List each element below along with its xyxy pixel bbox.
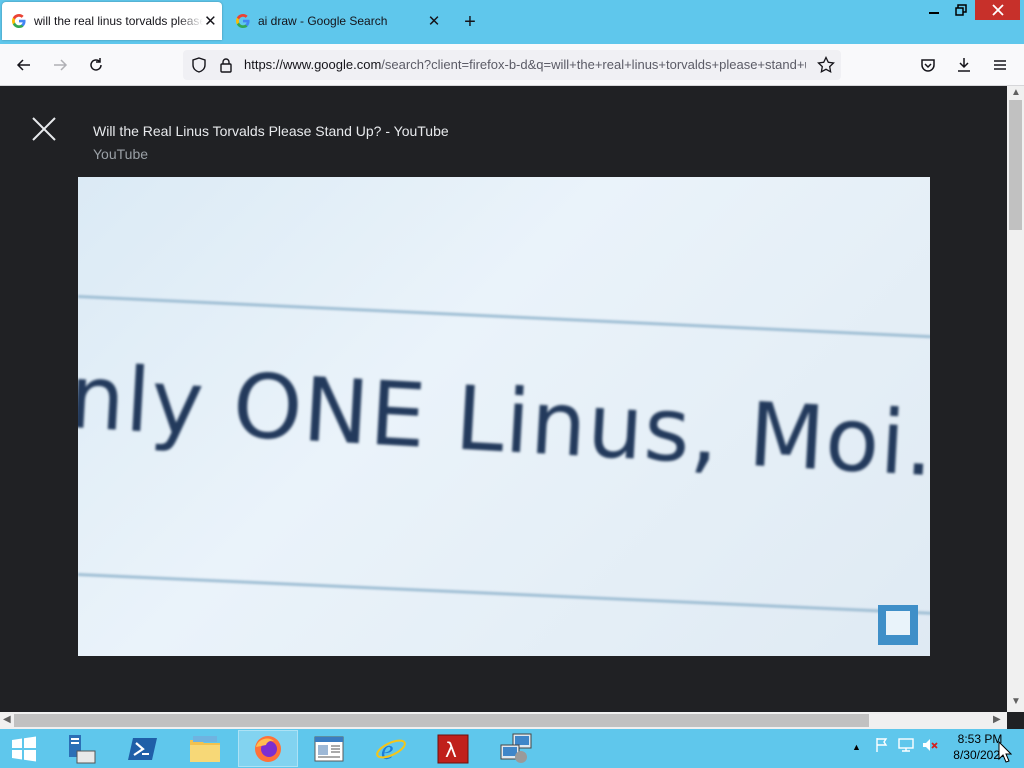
show-hidden-icons-icon[interactable]: ▲ bbox=[852, 742, 861, 752]
volume-muted-icon[interactable] bbox=[921, 737, 939, 753]
url-path: /search?client=firefox-b-d&q=will+the+re… bbox=[381, 57, 806, 72]
viewer-source[interactable]: YouTube bbox=[93, 146, 148, 162]
url-domain: https://www.google.com bbox=[244, 57, 382, 72]
restore-icon[interactable] bbox=[948, 0, 974, 20]
scroll-up-icon[interactable]: ▲ bbox=[1011, 87, 1021, 98]
powershell-icon[interactable] bbox=[113, 730, 173, 767]
download-icon[interactable] bbox=[951, 52, 977, 78]
frame-line bbox=[78, 573, 930, 616]
lambda-app-icon[interactable]: λ bbox=[423, 730, 483, 767]
address-bar[interactable]: https://www.google.com/search?client=fir… bbox=[183, 50, 841, 80]
minimize-icon[interactable] bbox=[921, 0, 947, 20]
file-explorer-icon[interactable] bbox=[175, 730, 235, 767]
back-arrow-icon[interactable] bbox=[11, 52, 37, 78]
tab-title: will the real linus torvalds please stan… bbox=[34, 14, 203, 28]
taskbar: e λ ▲ bbox=[0, 729, 1024, 768]
horizontal-scrollbar[interactable]: ◀ ▶ bbox=[0, 712, 1007, 729]
scroll-right-icon[interactable]: ▶ bbox=[993, 714, 1001, 725]
network-app-icon[interactable] bbox=[486, 730, 546, 767]
url-text[interactable]: https://www.google.com/search?client=fir… bbox=[244, 57, 806, 72]
pocket-icon[interactable] bbox=[915, 52, 941, 78]
video-badge-icon bbox=[878, 605, 918, 645]
frame-line bbox=[78, 295, 930, 339]
frame-caption-text: nly ONE Linus, Moi. bbox=[78, 345, 930, 497]
vertical-scroll-thumb[interactable] bbox=[1009, 100, 1022, 230]
tab-title: ai draw - Google Search bbox=[258, 14, 388, 28]
video-preview-image[interactable]: nly ONE Linus, Moi. bbox=[78, 177, 930, 656]
tab-strip: will the real linus torvalds please stan… bbox=[0, 0, 1024, 44]
windows-logo-icon bbox=[12, 736, 36, 761]
action-center-flag-icon[interactable] bbox=[874, 737, 890, 753]
notepad-app-icon[interactable] bbox=[299, 730, 359, 767]
hamburger-menu-icon[interactable] bbox=[987, 52, 1013, 78]
google-favicon-icon bbox=[12, 14, 26, 28]
horizontal-scroll-thumb[interactable] bbox=[14, 714, 869, 727]
scroll-left-icon[interactable]: ◀ bbox=[3, 714, 11, 725]
network-icon[interactable] bbox=[897, 737, 915, 753]
scroll-down-icon[interactable]: ▼ bbox=[1011, 696, 1021, 707]
new-tab-icon[interactable]: + bbox=[458, 10, 482, 34]
start-button[interactable] bbox=[0, 730, 48, 767]
google-favicon-icon bbox=[236, 14, 250, 28]
forward-arrow-icon[interactable] bbox=[47, 52, 73, 78]
tab-close-icon[interactable]: ✕ bbox=[424, 11, 444, 31]
bookmark-star-icon[interactable] bbox=[817, 56, 835, 74]
internet-explorer-icon[interactable]: e bbox=[361, 730, 421, 767]
vertical-scrollbar[interactable]: ▲ ▼ bbox=[1007, 86, 1024, 712]
reload-icon[interactable] bbox=[83, 52, 109, 78]
tab-close-icon[interactable]: ✕ bbox=[203, 11, 218, 31]
svg-text:λ: λ bbox=[445, 738, 457, 762]
tab-linus-search[interactable]: will the real linus torvalds please stan… bbox=[2, 2, 222, 40]
tab-ai-draw[interactable]: ai draw - Google Search ✕ bbox=[226, 2, 448, 40]
server-manager-icon[interactable] bbox=[50, 730, 110, 767]
lock-icon[interactable] bbox=[219, 57, 233, 73]
mouse-cursor-icon bbox=[998, 741, 1012, 763]
svg-text:e: e bbox=[381, 735, 393, 764]
shield-icon[interactable] bbox=[191, 57, 207, 73]
viewer-title[interactable]: Will the Real Linus Torvalds Please Stan… bbox=[93, 123, 449, 139]
close-viewer-icon[interactable] bbox=[30, 115, 58, 143]
firefox-icon[interactable] bbox=[238, 730, 298, 767]
close-icon[interactable] bbox=[975, 0, 1020, 20]
